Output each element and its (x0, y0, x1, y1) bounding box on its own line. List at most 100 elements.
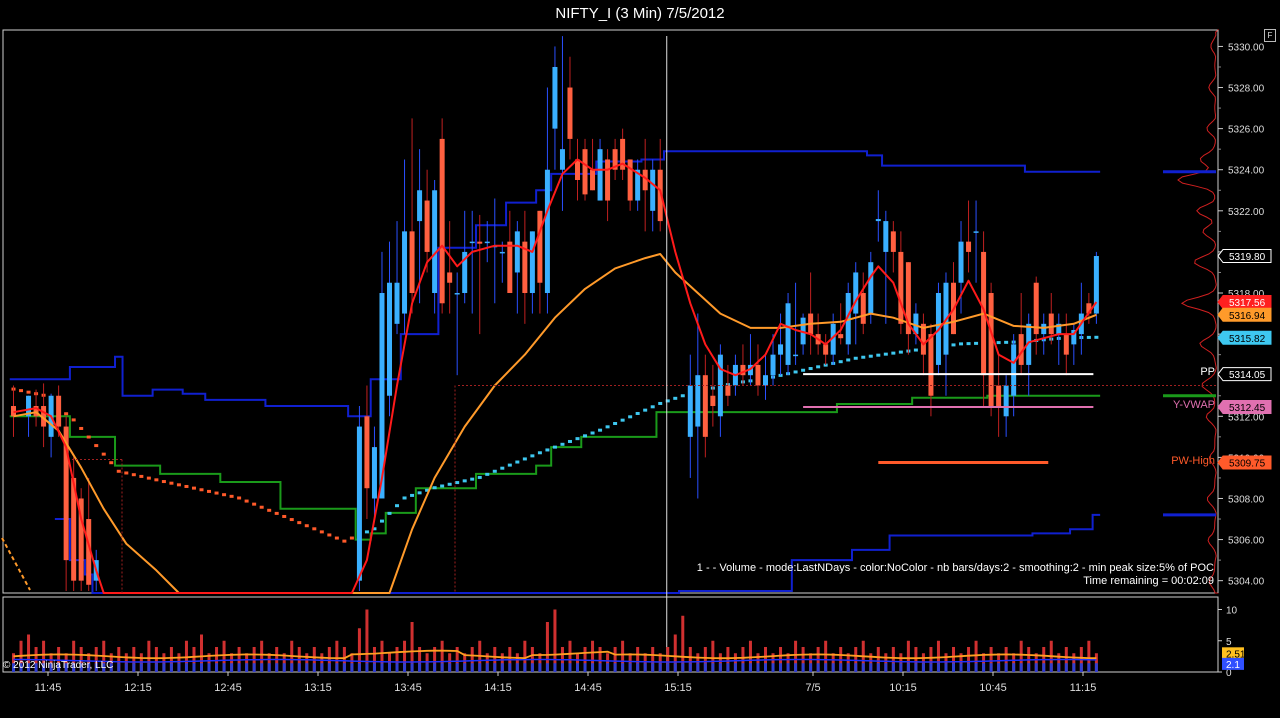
vwap-dot (64, 412, 69, 416)
volume-bar-base (854, 663, 858, 672)
price-marker-label: 5316.94 (1229, 311, 1266, 322)
candle-body (394, 282, 400, 324)
candle-body (898, 251, 904, 324)
vwap-dot (259, 505, 264, 509)
vwap-dot (214, 491, 219, 495)
volume-bar-base (711, 663, 715, 672)
volume-bar-base (681, 663, 685, 672)
vwap-dot (455, 481, 460, 485)
time-axis-label: 12:45 (214, 682, 242, 694)
vwap-dot (440, 484, 445, 488)
candle-body (469, 241, 475, 244)
volume-bar-base (493, 663, 497, 672)
vwap-dot (19, 389, 24, 393)
volume-bar-base (124, 663, 128, 672)
candle-body (793, 354, 799, 357)
candle-body (770, 354, 776, 376)
candle-body (973, 231, 979, 233)
vwap-dot (583, 434, 588, 438)
volume-bar-base (1072, 663, 1076, 672)
volume-bar-base (636, 663, 640, 672)
vwap-dot (342, 539, 347, 543)
volume-bar-base (515, 663, 519, 672)
vwap-dot (477, 475, 482, 479)
price-marker-label: 5315.82 (1229, 334, 1266, 345)
volume-bar-base (215, 663, 219, 672)
candle-body (56, 395, 62, 427)
vwap-dot (891, 351, 896, 355)
time-axis-label: 14:45 (574, 682, 602, 694)
time-axis[interactable]: 11:45 12:15 12:45 13:15 13:45 14:15 14:45 15:15… (35, 672, 1097, 694)
vwap-dot (109, 461, 114, 465)
volume-bar-base (305, 663, 309, 672)
candle-body (590, 169, 596, 191)
level-label-pwhigh: PW-High (1171, 454, 1215, 467)
vwap-dot (379, 519, 384, 523)
vwap-dot (169, 481, 174, 485)
vwap-dot (613, 421, 618, 425)
vwap-dot (364, 530, 369, 534)
vwap-dot (79, 426, 84, 430)
vwap-dot (237, 496, 242, 500)
vwap-dot (808, 367, 813, 371)
candle-body (477, 241, 483, 244)
time-axis-label: 7/5 (805, 682, 820, 694)
level-label-yvwap: Y-VWAP (1173, 399, 1215, 412)
volume-bar-base (606, 663, 610, 672)
candle-body (725, 385, 731, 396)
candle-body (424, 200, 430, 252)
volume-bar-base (1019, 663, 1023, 672)
candle-body (387, 282, 392, 396)
price-axis-label: 5330.00 (1228, 42, 1265, 53)
vwap-dot (191, 486, 196, 490)
volume-bar-base (982, 663, 986, 672)
volume-bar-base (418, 663, 422, 672)
vwap-dot (500, 466, 505, 470)
volume-bar (365, 609, 369, 672)
volume-bar-base (1027, 663, 1031, 672)
volume-bar-base (410, 663, 414, 672)
vwap-dot (793, 370, 798, 374)
volume-bar-base (756, 663, 760, 672)
volume-bar-base (989, 663, 993, 672)
volume-bar-base (628, 663, 632, 672)
volume-bar-base (335, 663, 339, 672)
volume-bar-base (846, 663, 850, 672)
vwap-dot (650, 405, 655, 409)
price-axis-label: 5308.00 (1228, 494, 1265, 505)
candle-body (1011, 344, 1017, 396)
volume-bar-base (869, 663, 873, 672)
volume-bar-base (959, 663, 963, 672)
volume-bar-base (568, 663, 572, 672)
candle-body (838, 334, 844, 339)
volume-bar-base (914, 663, 918, 672)
candle-body (447, 272, 453, 283)
level-label-pp: PP (1200, 366, 1215, 379)
candle-body (785, 303, 791, 365)
vwap-dot (552, 445, 557, 449)
volume-bar-base (861, 663, 865, 672)
volume-bar-base (478, 663, 482, 672)
vwap-dot (492, 469, 497, 473)
volume-bar-base (591, 663, 595, 672)
candles[interactable] (11, 36, 1099, 591)
vwap-dot (974, 341, 979, 345)
level-lines (72, 373, 1216, 593)
vwap-dot (222, 493, 227, 497)
vwap-dot (26, 390, 31, 394)
candle-body (1063, 334, 1069, 355)
volume-bar-base (1012, 663, 1016, 672)
candle-body (875, 219, 881, 222)
candle-body (537, 210, 543, 283)
vwap-dot (966, 342, 971, 346)
volume-bar-base (162, 663, 166, 672)
volume-bar-base (470, 663, 474, 672)
price-chart[interactable]: 0510 5304.005306.005308.005310.005312.00… (0, 0, 1280, 718)
volume-bar-base (1087, 663, 1091, 672)
volume-bar-base (1004, 663, 1008, 672)
price-marker-label: 5319.80 (1229, 252, 1266, 263)
vwap-dot (297, 521, 302, 525)
time-axis-label: 13:45 (394, 682, 422, 694)
volume-bar-base (342, 663, 346, 672)
vwap-dot (274, 511, 279, 515)
